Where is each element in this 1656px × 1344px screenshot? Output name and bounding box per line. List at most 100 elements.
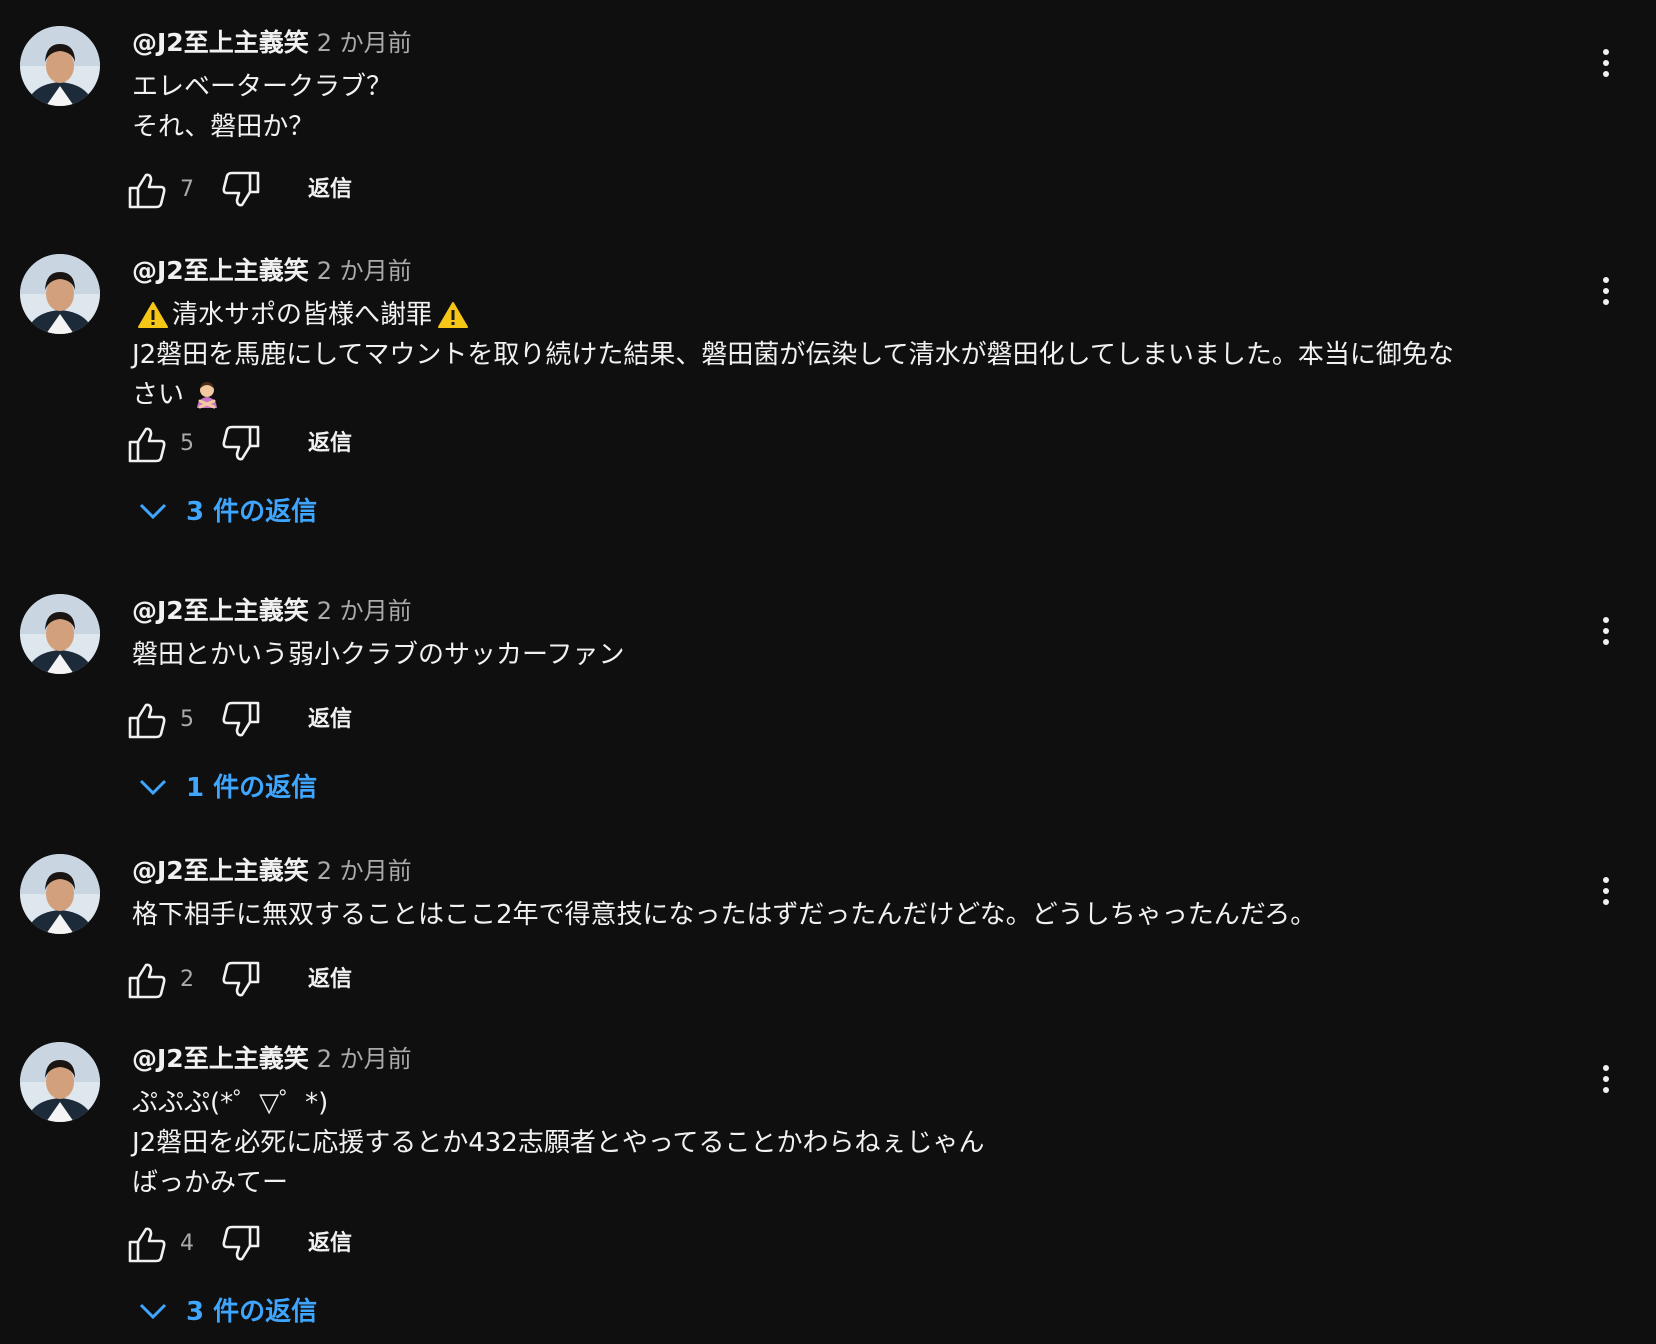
comment-timestamp[interactable]: 2 か月前 [317, 597, 412, 625]
avatar-image [20, 594, 100, 674]
thumbs-up-icon [128, 427, 166, 463]
avatar[interactable] [20, 1042, 100, 1122]
reply-button[interactable]: 返信 [308, 422, 352, 466]
dislike-button[interactable] [220, 698, 260, 742]
comment-actions: 2 返信 [128, 958, 408, 1002]
more-actions-button[interactable] [1594, 272, 1618, 316]
comment-header: @J2至上主義笑 2 か月前 [132, 854, 412, 888]
dot [1603, 1087, 1609, 1093]
comment-text: 格下相手に無双することはここ2年で得意技になったはずだったんだけどな。どうしちゃ… [132, 895, 1572, 935]
comment-line: 清水サポの皆様へ謝罪 [132, 295, 1572, 335]
dislike-button[interactable] [220, 1222, 260, 1266]
like-count: 4 [180, 1231, 194, 1256]
chevron-down-icon [139, 779, 167, 795]
like-count: 7 [180, 177, 194, 202]
comment-actions: 4 返信 [128, 1222, 408, 1266]
comment-header: @J2至上主義笑 2 か月前 [132, 1042, 412, 1076]
thumbs-up-icon [128, 703, 166, 739]
like-button[interactable] [128, 168, 168, 212]
comment-line: ぷぷぷ(*゜▽゜*) [132, 1088, 329, 1118]
reply-button[interactable]: 返信 [308, 958, 352, 1002]
reply-button[interactable]: 返信 [308, 168, 352, 212]
reply-button[interactable]: 返信 [308, 698, 352, 742]
comments-section: @J2至上主義笑 2 か月前 エレベータークラブ？ それ、磐田か？ 7 返信 @… [0, 0, 1656, 1344]
like-button[interactable] [128, 698, 168, 742]
dislike-button[interactable] [220, 168, 260, 212]
comment-author[interactable]: @J2至上主義笑 [132, 596, 309, 625]
thumbs-up-icon [128, 1227, 166, 1263]
comment-line: ばっかみてー [132, 1168, 289, 1198]
like-button[interactable] [128, 958, 168, 1002]
like-count: 5 [180, 707, 194, 732]
comment-thread: @J2至上主義笑 2 か月前 格下相手に無双することはここ2年で得意技になったはず… [0, 828, 1656, 1014]
more-actions-button[interactable] [1594, 612, 1618, 656]
warning-emoji-icon [138, 302, 168, 328]
comment-author[interactable]: @J2至上主義笑 [132, 1044, 309, 1073]
replies-count-label: 3 件の返信 [186, 497, 318, 527]
vertical-dots-icon [1603, 877, 1609, 883]
comment-actions: 5 返信 [128, 698, 408, 742]
dislike-button[interactable] [220, 422, 260, 466]
comment-text: エレベータークラブ？ それ、磐田か？ [132, 67, 1572, 147]
avatar-image [20, 254, 100, 334]
thumbs-down-icon [222, 961, 260, 997]
thumbs-down-icon [222, 701, 260, 737]
avatar[interactable] [20, 854, 100, 934]
dot [1603, 71, 1609, 77]
comment-author[interactable]: @J2至上主義笑 [132, 856, 309, 885]
replies-count-label: 1 件の返信 [186, 773, 318, 803]
more-actions-button[interactable] [1594, 44, 1618, 88]
comment-text: ぷぷぷ(*゜▽゜*) J2磐田を必死に応援するとか432志願者とやってることかわ… [132, 1083, 1572, 1203]
comment-author[interactable]: @J2至上主義笑 [132, 28, 309, 57]
view-replies-button[interactable]: 3 件の返信 [138, 490, 317, 534]
dot [1603, 628, 1609, 634]
comment-timestamp[interactable]: 2 か月前 [317, 29, 412, 57]
comment-timestamp[interactable]: 2 か月前 [317, 857, 412, 885]
comment-author[interactable]: @J2至上主義笑 [132, 256, 309, 285]
comment-header: @J2至上主義笑 2 か月前 [132, 594, 412, 628]
comment-header: @J2至上主義笑 2 か月前 [132, 254, 412, 288]
comment-text: 清水サポの皆様へ謝罪 J2磐田を馬鹿にしてマウントを取り続けた結果、磐田菌が伝染… [132, 295, 1572, 415]
dot [1603, 299, 1609, 305]
dot [1603, 888, 1609, 894]
avatar-image [20, 26, 100, 106]
view-replies-button[interactable]: 3 件の返信 [138, 1290, 317, 1334]
comment-line: 格下相手に無双することはここ2年で得意技になったはずだったんだけどな。どうしちゃ… [132, 900, 1317, 930]
thumbs-down-icon [222, 171, 260, 207]
avatar[interactable] [20, 594, 100, 674]
comment-actions: 7 返信 [128, 168, 408, 212]
comment-line: J2磐田を馬鹿にしてマウントを取り続けた結果、磐田菌が伝染して清水が磐田化してし… [132, 340, 1454, 370]
person-gesturing-no-emoji-icon [197, 382, 218, 409]
like-count: 5 [180, 431, 194, 456]
avatar[interactable] [20, 26, 100, 106]
comment-header: @J2至上主義笑 2 か月前 [132, 26, 412, 60]
warning-emoji-icon [438, 302, 469, 328]
thumbs-down-icon [222, 1225, 260, 1261]
dot [1603, 1076, 1609, 1082]
avatar[interactable] [20, 254, 100, 334]
comment-timestamp[interactable]: 2 か月前 [317, 257, 412, 285]
comment-timestamp[interactable]: 2 か月前 [317, 1045, 412, 1073]
reply-button[interactable]: 返信 [308, 1222, 352, 1266]
comment-line: それ、磐田か？ [132, 112, 315, 142]
thumbs-up-icon [128, 173, 166, 209]
chevron-down-icon [139, 503, 167, 519]
comment-line-text: さい [132, 380, 185, 410]
dislike-button[interactable] [220, 958, 260, 1002]
avatar-image [20, 1042, 100, 1122]
comment-actions: 5 返信 [128, 422, 408, 466]
avatar-image [20, 854, 100, 934]
comment-line-text: 清水サポの皆様へ謝罪 [172, 300, 433, 330]
like-count: 2 [180, 967, 194, 992]
thumbs-down-icon [222, 425, 260, 461]
replies-count-label: 3 件の返信 [186, 1297, 318, 1327]
view-replies-button[interactable]: 1 件の返信 [138, 766, 317, 810]
more-actions-button[interactable] [1594, 872, 1618, 916]
like-button[interactable] [128, 1222, 168, 1266]
dot [1603, 639, 1609, 645]
more-actions-button[interactable] [1594, 1060, 1618, 1104]
dot [1603, 899, 1609, 905]
comment-line: エレベータークラブ？ [132, 72, 393, 102]
comment-text: 磐田とかいう弱小クラブのサッカーファン [132, 635, 1572, 675]
like-button[interactable] [128, 422, 168, 466]
